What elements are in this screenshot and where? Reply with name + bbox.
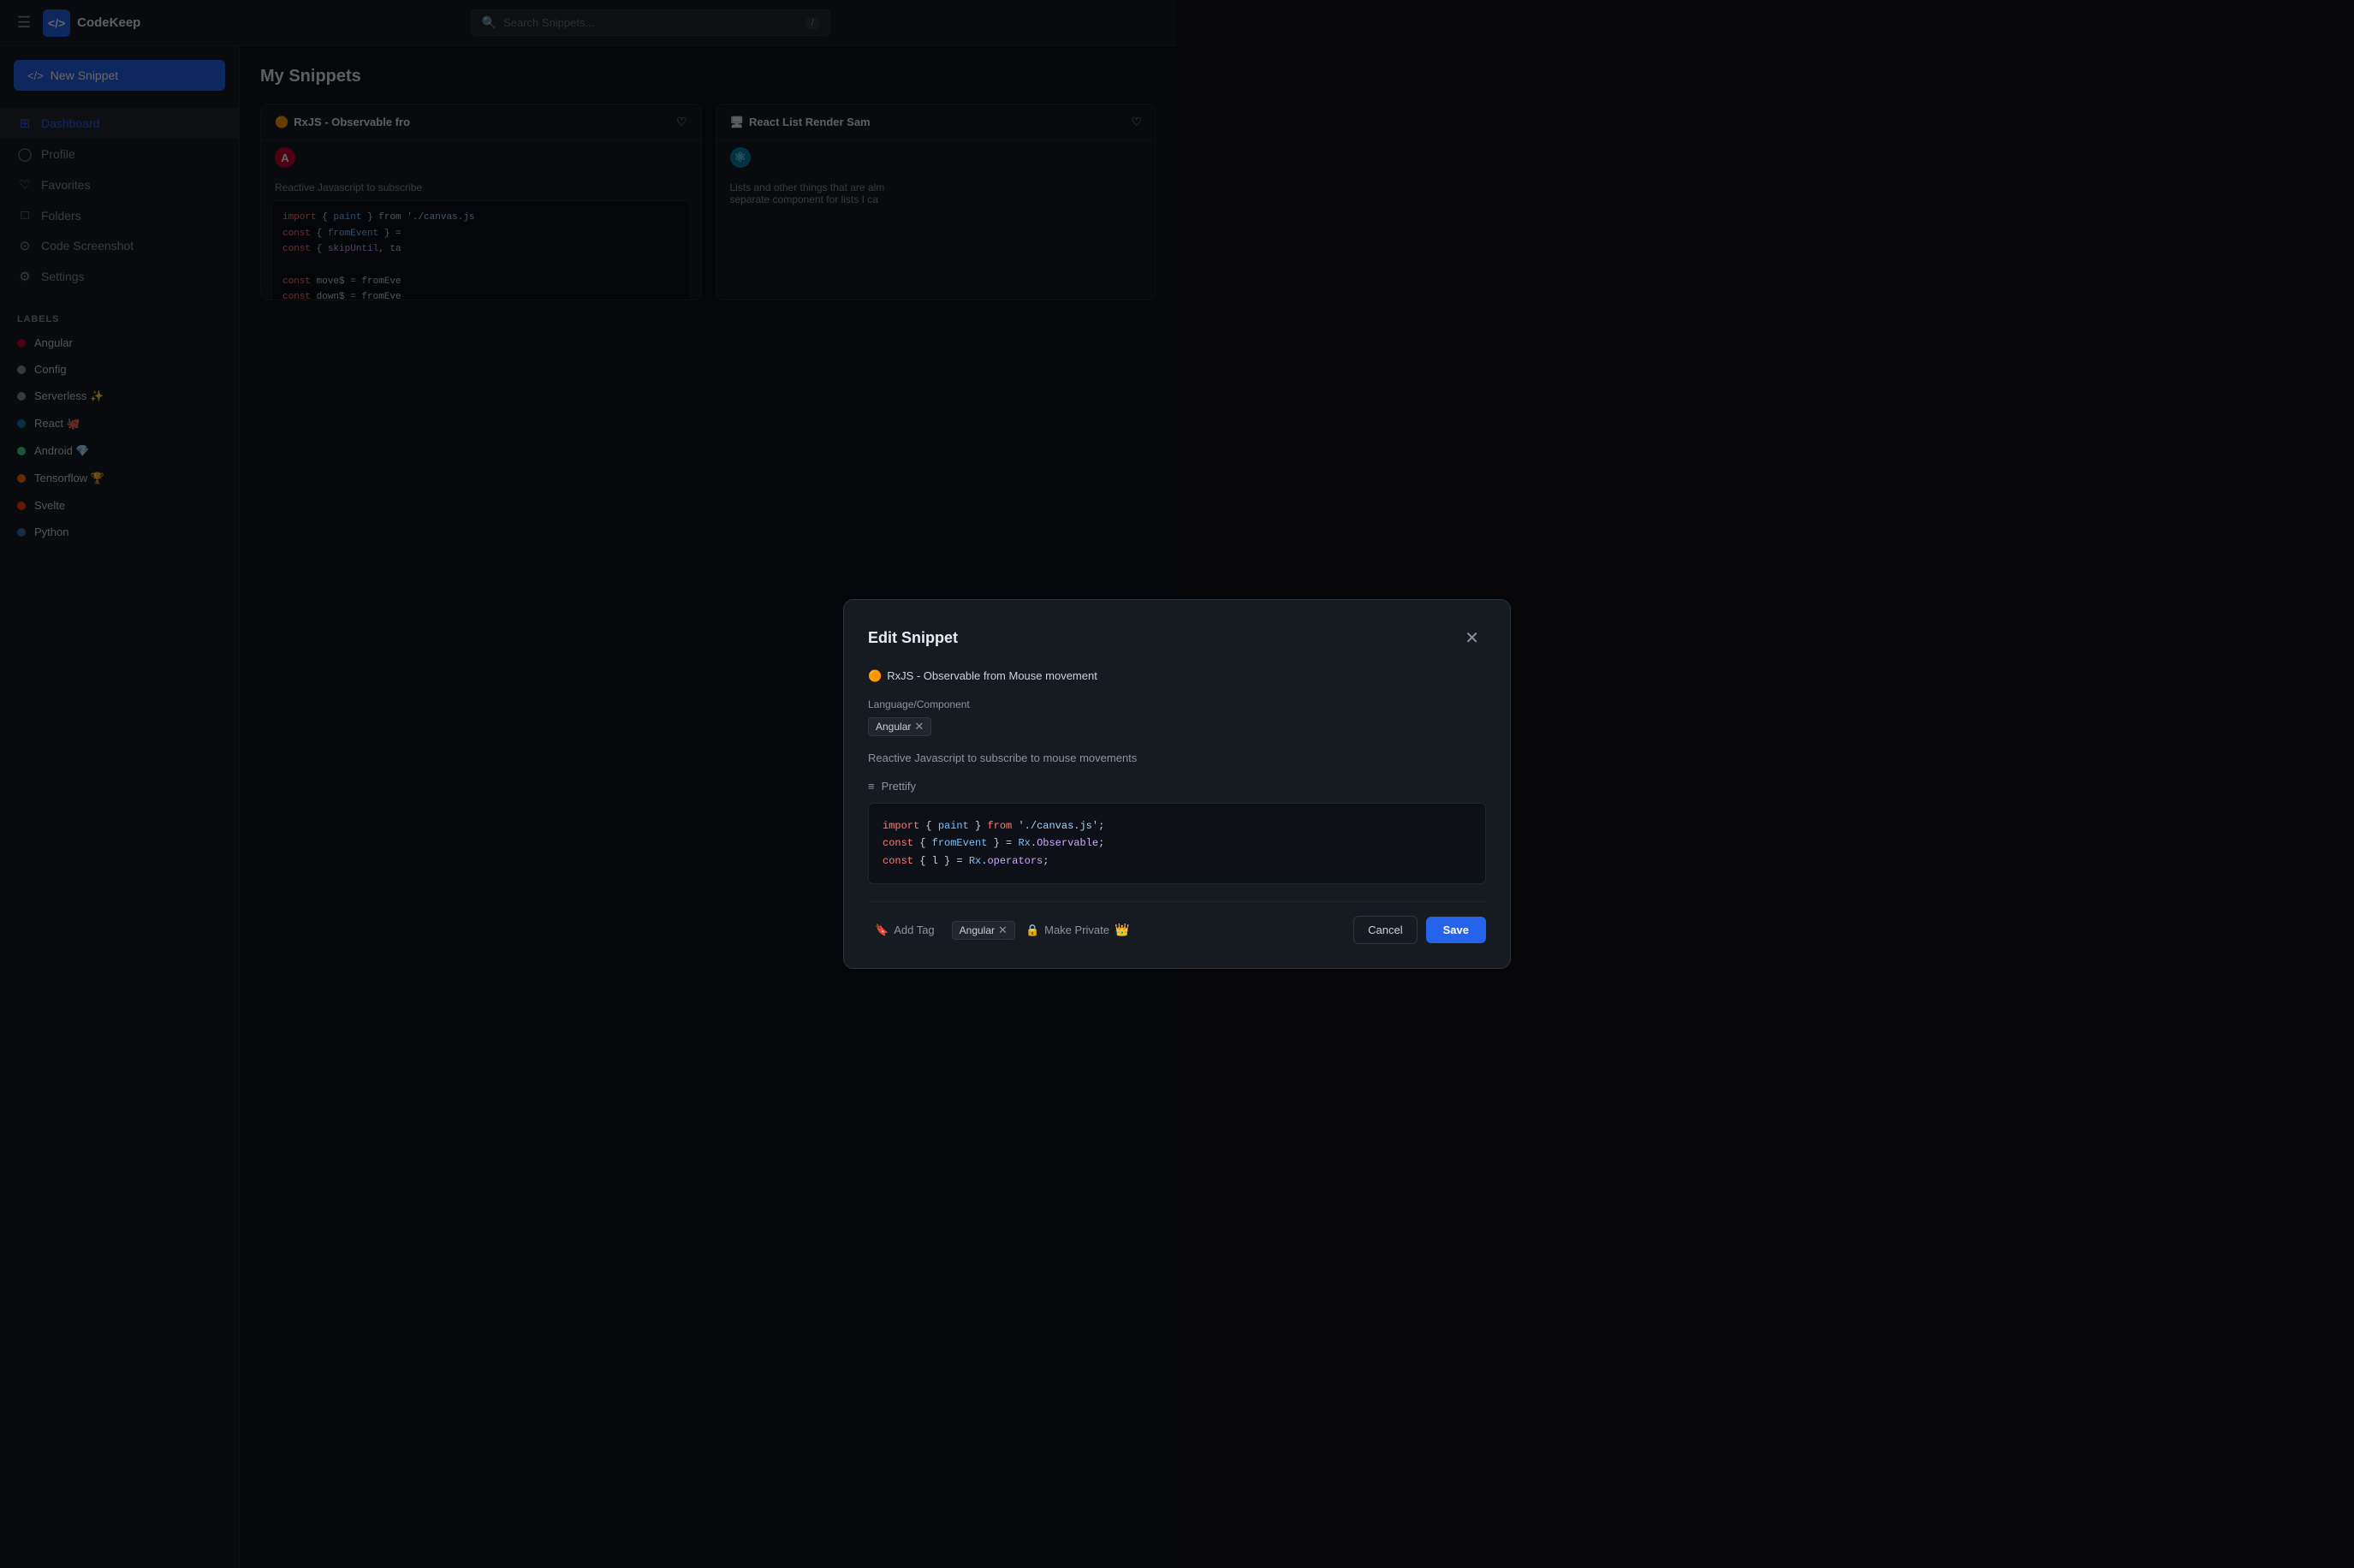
- modal-header: Edit Snippet ✕: [868, 624, 1486, 652]
- modal-title: Edit Snippet: [868, 629, 958, 647]
- snippet-description: Reactive Javascript to subscribe to mous…: [868, 750, 1486, 766]
- footer-left: 🔖 Add Tag Angular ✕ 🔒 Make Private 👑: [868, 918, 1129, 942]
- code-editor[interactable]: import { paint } from './canvas.js'; con…: [868, 803, 1486, 884]
- save-button[interactable]: Save: [1426, 917, 1486, 943]
- modal-close-button[interactable]: ✕: [1458, 624, 1486, 652]
- snippet-name-text: RxJS - Observable from Mouse movement: [887, 669, 1097, 682]
- tag-container: Angular ✕: [868, 717, 1486, 736]
- add-tag-label: Add Tag: [894, 924, 934, 936]
- modal-footer: 🔖 Add Tag Angular ✕ 🔒 Make Private 👑 Can…: [868, 901, 1486, 944]
- cancel-button[interactable]: Cancel: [1353, 916, 1417, 944]
- prettify-label: Prettify: [882, 780, 916, 793]
- added-tag-close-icon[interactable]: ✕: [998, 924, 1008, 935]
- footer-right: Cancel Save: [1353, 916, 1486, 944]
- lock-icon: 🔒: [1025, 924, 1039, 937]
- added-tag: Angular ✕: [952, 921, 1015, 940]
- added-tag-label: Angular: [960, 924, 995, 936]
- make-private-toggle[interactable]: 🔒 Make Private 👑: [1025, 923, 1130, 937]
- edit-snippet-modal: Edit Snippet ✕ 🟠 RxJS - Observable from …: [843, 599, 1511, 969]
- tag-label: Angular: [876, 721, 911, 733]
- language-tag: Angular ✕: [868, 717, 931, 736]
- add-tag-button[interactable]: 🔖 Add Tag: [868, 918, 942, 942]
- language-field-label: Language/Component: [868, 698, 1486, 710]
- crown-icon: 👑: [1115, 923, 1129, 937]
- tag-close-icon[interactable]: ✕: [914, 721, 924, 732]
- prettify-bar[interactable]: ≡ Prettify: [868, 780, 1486, 793]
- snippet-emoji: 🟠: [868, 669, 882, 683]
- modal-overlay[interactable]: Edit Snippet ✕ 🟠 RxJS - Observable from …: [0, 0, 2354, 1568]
- bookmark-icon: 🔖: [875, 924, 889, 937]
- prettify-icon: ≡: [868, 780, 875, 793]
- snippet-name-display: 🟠 RxJS - Observable from Mouse movement: [868, 669, 1486, 683]
- make-private-label: Make Private: [1044, 924, 1109, 936]
